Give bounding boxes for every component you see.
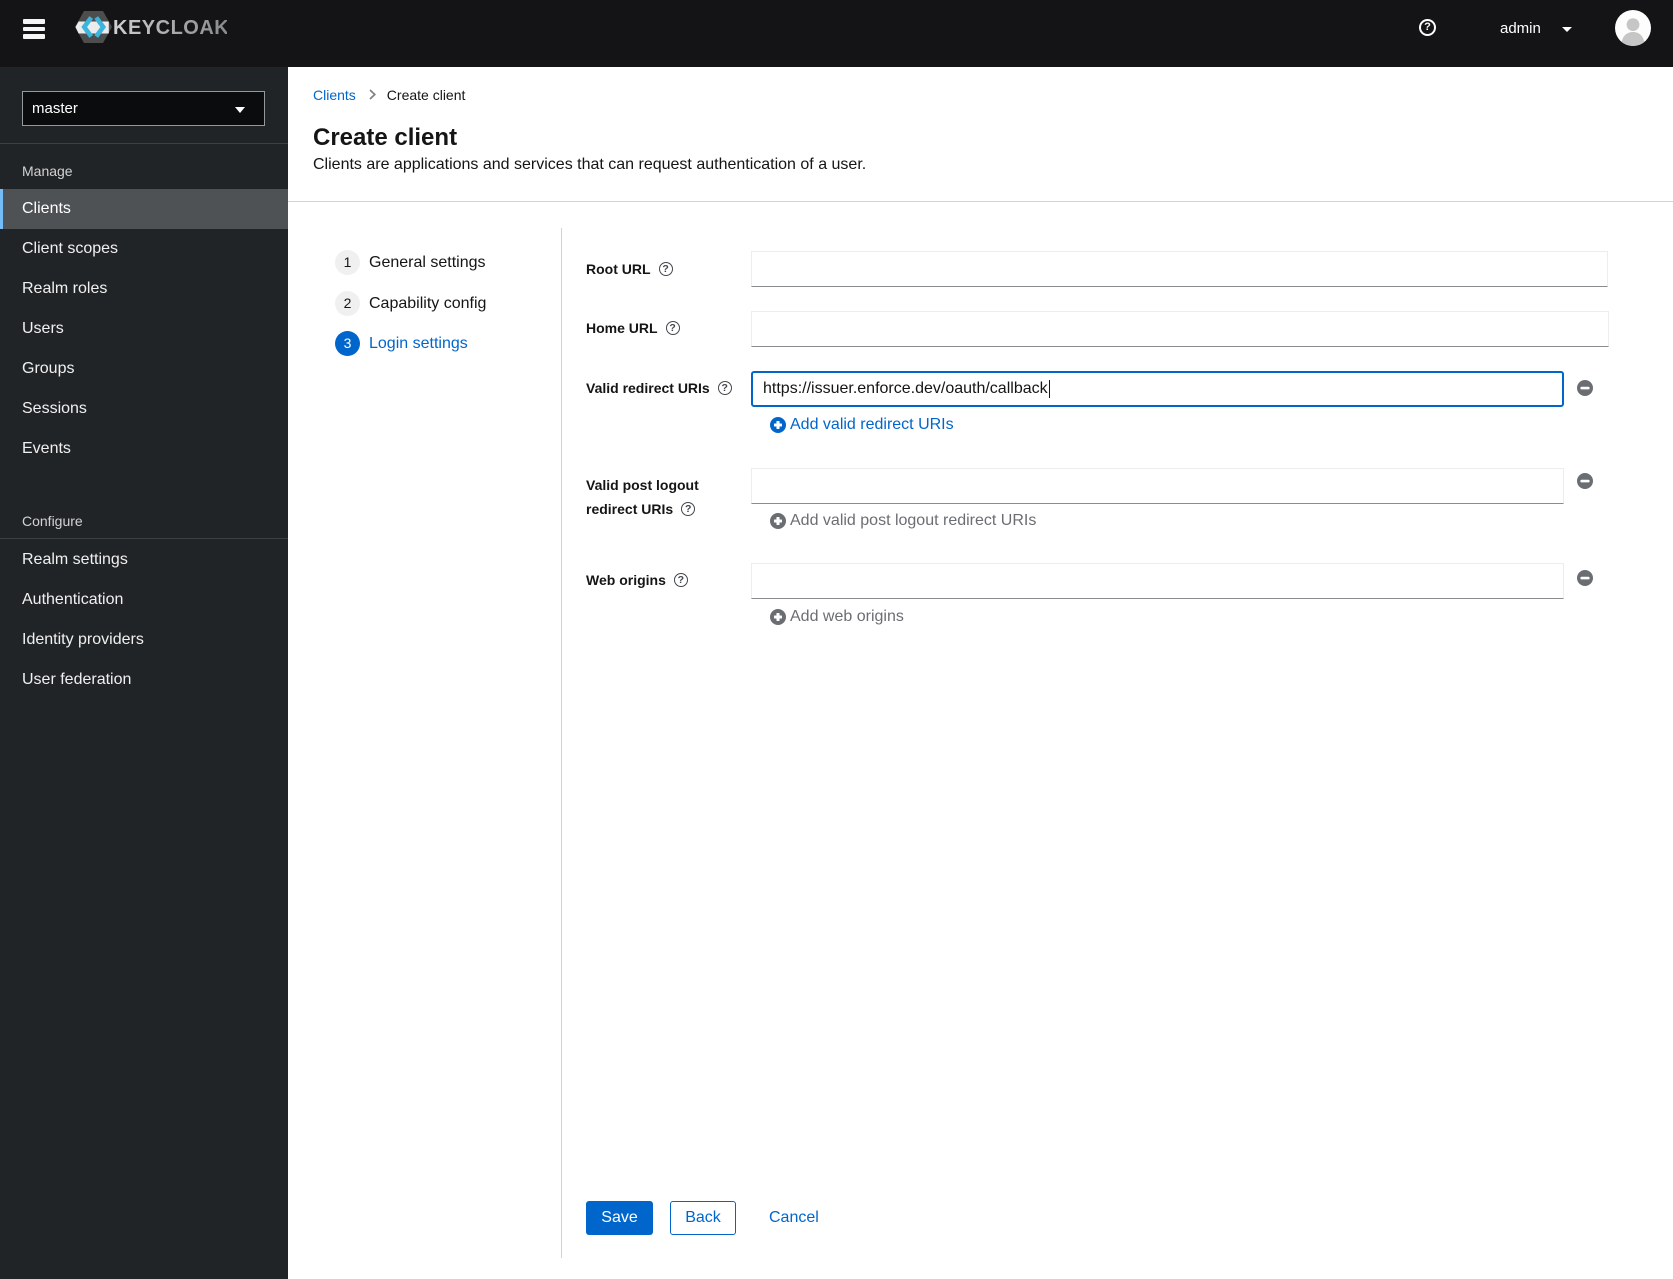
svg-text:KEYCLOAK: KEYCLOAK bbox=[113, 17, 227, 39]
